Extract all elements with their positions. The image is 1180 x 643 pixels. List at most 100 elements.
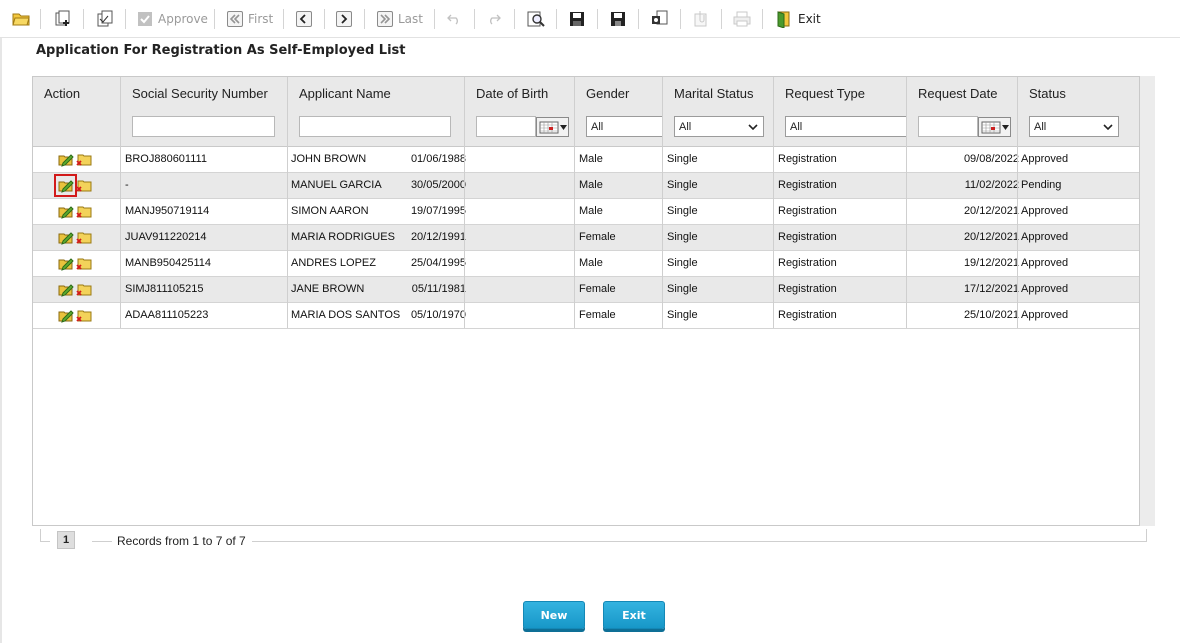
request-type-cell: Registration xyxy=(778,309,837,321)
col-marital-status[interactable]: Marital Status xyxy=(674,86,753,101)
applicant-name-cell: MANUEL GARCIA xyxy=(291,179,382,191)
name-filter-input[interactable] xyxy=(299,116,451,137)
delete-record-icon[interactable] xyxy=(75,151,92,168)
column-divider xyxy=(574,77,575,328)
page-number-button[interactable]: 1 xyxy=(57,531,75,549)
column-divider xyxy=(287,77,288,328)
col-status[interactable]: Status xyxy=(1029,86,1066,101)
chevron-down-icon xyxy=(748,123,758,130)
status-cell: Approved xyxy=(1021,283,1069,295)
grid-header: Action Social Security Number Applicant … xyxy=(33,77,1139,147)
col-gender[interactable]: Gender xyxy=(586,86,629,101)
delete-record-icon[interactable] xyxy=(75,281,92,298)
date-of-birth-cell: 05/11/1981 xyxy=(411,283,466,295)
calendar-icon xyxy=(539,121,558,133)
edit-record-icon[interactable] xyxy=(57,229,74,246)
ssn-filter-input[interactable] xyxy=(132,116,275,137)
gender-cell: Female xyxy=(579,283,616,295)
exit-toolbar-button[interactable]: Exit xyxy=(775,8,821,30)
status-cell: Approved xyxy=(1021,153,1069,165)
approve-button[interactable]: Approve xyxy=(137,8,208,30)
new-record-icon[interactable] xyxy=(54,8,72,30)
status-cell: Pending xyxy=(1021,179,1062,191)
ssn-cell: MANJ950719114 xyxy=(125,205,210,217)
column-divider xyxy=(120,77,121,328)
dob-filter-input[interactable] xyxy=(476,116,536,137)
double-chevron-left-icon xyxy=(227,11,243,27)
edit-record-icon[interactable] xyxy=(54,174,77,197)
new-button[interactable]: New xyxy=(523,601,585,629)
vertical-scrollbar[interactable] xyxy=(1140,76,1155,526)
last-label: Last xyxy=(398,12,423,26)
folder-open-icon[interactable] xyxy=(12,8,30,30)
data-grid: Action Social Security Number Applicant … xyxy=(32,76,1140,526)
chevron-down-icon xyxy=(1103,123,1113,130)
request-date-filter-input[interactable] xyxy=(918,116,978,137)
applicant-name-cell: JANE BROWN xyxy=(291,283,365,295)
applicant-name-cell: MARIA DOS SANTOS xyxy=(291,309,401,321)
attach-icon[interactable] xyxy=(692,8,710,30)
row-actions xyxy=(57,307,92,324)
gender-filter-select[interactable]: All xyxy=(586,116,662,137)
edit-record-icon[interactable] xyxy=(57,307,74,324)
col-request-date[interactable]: Request Date xyxy=(918,86,998,101)
chevron-left-icon xyxy=(296,11,312,27)
table-row[interactable]: JUAV911220214 MARIA RODRIGUES 20/12/1991 Fe… xyxy=(33,225,1139,251)
col-applicant-name[interactable]: Applicant Name xyxy=(299,86,391,101)
request-date-cell: 11/02/2022 xyxy=(964,179,1019,191)
chevron-down-icon xyxy=(1001,124,1009,130)
save-close-icon[interactable] xyxy=(610,8,626,30)
request-type-filter-select[interactable]: All xyxy=(785,116,907,137)
copy-record-icon[interactable] xyxy=(96,8,114,30)
delete-record-icon[interactable] xyxy=(75,255,92,272)
ssn-cell: BROJ880601111 xyxy=(125,153,207,165)
row-actions xyxy=(54,174,92,197)
delete-record-icon[interactable] xyxy=(75,307,92,324)
table-row[interactable]: SIMJ811105215 JANE BROWN 05/11/1981 Female S… xyxy=(33,277,1139,303)
marital-status-filter-select[interactable]: All xyxy=(674,116,764,137)
column-divider xyxy=(906,77,907,328)
col-request-type[interactable]: Request Type xyxy=(785,86,865,101)
request-date-cell: 25/10/2021 xyxy=(963,309,1019,321)
applicant-name-cell: SIMON AARON xyxy=(291,205,369,217)
request-type-cell: Registration xyxy=(778,283,837,295)
table-row[interactable]: - MANUEL GARCIA 30/05/2000 Male Single Regist… xyxy=(33,173,1139,199)
request-date-cell: 20/12/2021 xyxy=(963,231,1019,243)
table-row[interactable]: MANJ950719114 SIMON AARON 19/07/1995 Male Si… xyxy=(33,199,1139,225)
delete-record-icon[interactable] xyxy=(75,203,92,220)
date-of-birth-cell: 30/05/2000 xyxy=(410,179,466,191)
redo-icon[interactable] xyxy=(487,8,501,30)
next-button[interactable] xyxy=(336,8,352,30)
col-ssn[interactable]: Social Security Number xyxy=(132,86,268,101)
status-cell: Approved xyxy=(1021,205,1069,217)
date-of-birth-cell: 05/10/1970 xyxy=(410,309,466,321)
table-row[interactable]: ADAA811105223 MARIA DOS SANTOS 05/10/1970 F… xyxy=(33,303,1139,329)
last-button[interactable]: Last xyxy=(377,8,423,30)
edit-record-icon[interactable] xyxy=(57,281,74,298)
previous-button[interactable] xyxy=(296,8,312,30)
row-actions xyxy=(57,151,92,168)
delete-record-icon[interactable] xyxy=(75,177,92,194)
edit-record-icon[interactable] xyxy=(57,151,74,168)
table-row[interactable]: BROJ880601111 JOHN BROWN 01/06/1988 Male Sin… xyxy=(33,147,1139,173)
request-date-calendar-button[interactable] xyxy=(978,117,1011,137)
request-type-cell: Registration xyxy=(778,179,837,191)
undo-icon[interactable] xyxy=(447,8,461,30)
request-date-cell: 17/12/2021 xyxy=(963,283,1019,295)
col-action: Action xyxy=(44,86,81,101)
dob-calendar-button[interactable] xyxy=(536,117,569,137)
column-divider xyxy=(1017,77,1018,328)
edit-record-icon[interactable] xyxy=(57,203,74,220)
table-row[interactable]: MANB950425114 ANDRES LOPEZ 25/04/1995 Male S… xyxy=(33,251,1139,277)
edit-record-icon[interactable] xyxy=(57,255,74,272)
exit-button[interactable]: Exit xyxy=(603,601,665,629)
print-preview-icon[interactable] xyxy=(651,8,669,30)
search-icon[interactable] xyxy=(527,8,545,30)
first-button[interactable]: First xyxy=(227,8,273,30)
printer-icon[interactable] xyxy=(733,8,751,30)
col-date-of-birth[interactable]: Date of Birth xyxy=(476,86,548,101)
marital-status-cell: Single xyxy=(667,309,698,321)
delete-record-icon[interactable] xyxy=(75,229,92,246)
status-filter-select[interactable]: All xyxy=(1029,116,1119,137)
save-icon[interactable] xyxy=(569,8,585,30)
